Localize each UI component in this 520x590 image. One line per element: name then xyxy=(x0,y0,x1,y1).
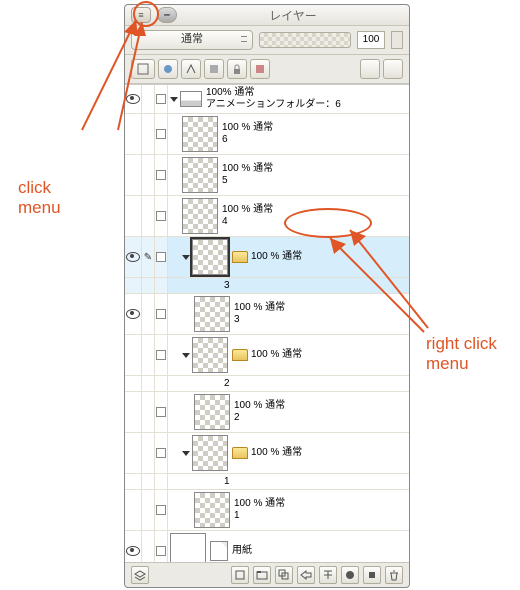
panel-title: レイヤー xyxy=(183,7,403,24)
draft-button[interactable] xyxy=(204,59,224,79)
mode-toolbar xyxy=(125,55,409,84)
eye-icon[interactable] xyxy=(126,546,140,556)
folder-num-row: 3 xyxy=(125,278,409,294)
lock-checkbox[interactable] xyxy=(156,350,166,360)
mask-button[interactable] xyxy=(131,59,155,79)
merge-button[interactable] xyxy=(319,566,337,584)
apply-button[interactable] xyxy=(363,566,381,584)
layer-thumb xyxy=(192,239,228,275)
lock-checkbox[interactable] xyxy=(156,129,166,139)
folder-row[interactable]: ✎ 100 % 通常 xyxy=(125,237,409,278)
lock-checkbox[interactable] xyxy=(156,94,166,104)
layer-thumb xyxy=(194,394,230,430)
lock-checkbox[interactable] xyxy=(156,546,166,556)
annotation-right-text: right click menu xyxy=(426,334,497,374)
layers-panel: ≡ ━ レイヤー 通常 100 100% 通常 アニメ xyxy=(124,4,410,588)
lock-checkbox[interactable] xyxy=(156,170,166,180)
clip-button[interactable] xyxy=(158,59,178,79)
titlebar: ≡ ━ レイヤー xyxy=(125,5,409,26)
new-layer-button[interactable] xyxy=(231,566,249,584)
paper-row[interactable]: 用紙 xyxy=(125,531,409,562)
footer-toolbar xyxy=(125,562,409,587)
panel-menu-button[interactable]: ≡ xyxy=(131,7,151,23)
folder-icon xyxy=(232,349,248,361)
layer-row[interactable]: 100 % 通常4 xyxy=(125,196,409,237)
folder-row[interactable]: 100 % 通常 xyxy=(125,433,409,474)
child-layer-row[interactable]: 100 % 通常3 xyxy=(125,294,409,335)
folder-icon xyxy=(232,447,248,459)
color-button[interactable] xyxy=(250,59,270,79)
layer-list: 100% 通常 アニメーションフォルダー：6 100 % 通常6 100 % 通… xyxy=(125,84,409,562)
minimize-button[interactable]: ━ xyxy=(157,7,177,23)
extra-button-1[interactable] xyxy=(360,59,380,79)
lock-checkbox[interactable] xyxy=(156,448,166,458)
lock-checkbox[interactable] xyxy=(156,252,166,262)
layer-thumb xyxy=(194,492,230,528)
paper-icon xyxy=(210,541,228,561)
annotation-left-text: click menu xyxy=(18,178,61,218)
child-layer-row[interactable]: 100 % 通常1 xyxy=(125,490,409,531)
layer-thumb xyxy=(182,198,218,234)
expand-icon[interactable] xyxy=(170,97,178,102)
layer-row[interactable]: 100 % 通常6 xyxy=(125,114,409,155)
mask-button-footer[interactable] xyxy=(341,566,359,584)
folder-row[interactable]: 100 % 通常 xyxy=(125,335,409,376)
layer-thumb xyxy=(194,296,230,332)
animation-folder-row[interactable]: 100% 通常 アニメーションフォルダー：6 xyxy=(125,85,409,114)
ref-button[interactable] xyxy=(181,59,201,79)
opacity-value[interactable]: 100 xyxy=(357,31,385,49)
opacity-slider[interactable] xyxy=(259,32,351,48)
lock-checkbox[interactable] xyxy=(156,309,166,319)
expand-icon[interactable] xyxy=(182,353,190,358)
new-folder-button[interactable] xyxy=(253,566,271,584)
lock-checkbox[interactable] xyxy=(156,407,166,417)
folder-num-row: 2 xyxy=(125,376,409,392)
top-toolbar: 通常 100 xyxy=(125,26,409,55)
layers-icon[interactable] xyxy=(131,566,149,584)
child-layer-row[interactable]: 100 % 通常2 xyxy=(125,392,409,433)
expand-icon[interactable] xyxy=(182,451,190,456)
folder-icon xyxy=(232,251,248,263)
folder-num-row: 1 xyxy=(125,474,409,490)
animation-folder-icon xyxy=(180,91,202,107)
pen-icon: ✎ xyxy=(144,252,152,263)
blend-mode-select[interactable]: 通常 xyxy=(131,30,253,50)
layer-row[interactable]: 100 % 通常5 xyxy=(125,155,409,196)
layer-thumb xyxy=(182,116,218,152)
transfer-button[interactable] xyxy=(297,566,315,584)
paper-thumb xyxy=(170,533,206,562)
layer-thumb xyxy=(192,435,228,471)
trash-button[interactable] xyxy=(385,566,403,584)
layer-thumb xyxy=(192,337,228,373)
eye-icon[interactable] xyxy=(126,309,140,319)
lock-checkbox[interactable] xyxy=(156,211,166,221)
lock-button[interactable] xyxy=(227,59,247,79)
eye-icon[interactable] xyxy=(126,94,140,104)
eye-icon[interactable] xyxy=(126,252,140,262)
opacity-stepper[interactable] xyxy=(391,31,403,49)
expand-icon[interactable] xyxy=(182,255,190,260)
layer-thumb xyxy=(182,157,218,193)
lock-checkbox[interactable] xyxy=(156,505,166,515)
extra-button-2[interactable] xyxy=(383,59,403,79)
duplicate-button[interactable] xyxy=(275,566,293,584)
